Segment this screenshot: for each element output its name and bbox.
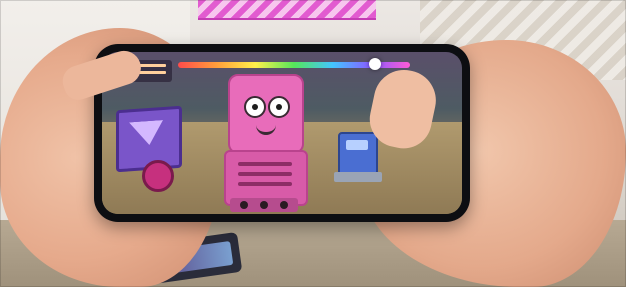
robot-foot	[280, 201, 288, 209]
robot-vent	[238, 182, 292, 186]
pink-robot[interactable]	[224, 74, 308, 212]
robot-vent	[238, 172, 292, 176]
robot-mouth	[256, 122, 276, 135]
robot-feet	[230, 198, 298, 212]
photo	[0, 0, 626, 287]
robot-foot	[260, 201, 268, 209]
blue-robot[interactable]	[334, 132, 382, 182]
health-bar-knob[interactable]	[369, 58, 382, 70]
robot-vent	[238, 162, 292, 166]
zigzag-card	[198, 0, 376, 20]
robot-eye-right	[268, 96, 290, 118]
robot-foot	[240, 201, 248, 209]
robot-eye-left	[244, 96, 266, 118]
robot-head	[228, 74, 304, 154]
pink-action-button[interactable]	[142, 160, 174, 192]
